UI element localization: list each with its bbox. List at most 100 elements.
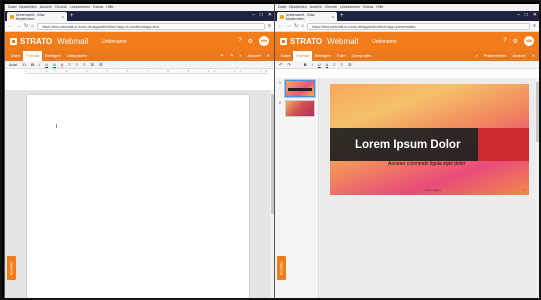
align-center-button[interactable]: ≡: [341, 62, 343, 67]
back-icon[interactable]: ←: [278, 23, 283, 29]
new-tab-button[interactable]: +: [70, 12, 74, 21]
menu-view[interactable]: Ansicht: [40, 4, 52, 11]
underline-button[interactable]: U: [318, 62, 321, 67]
document-title[interactable]: Unbenannt: [372, 39, 396, 45]
align-left-button[interactable]: ≡: [68, 62, 70, 67]
url-field[interactable]: https://test-webmail.ui.ionos.de/appsuit…: [307, 22, 531, 30]
present-button[interactable]: Präsentieren: [484, 51, 507, 61]
slide-subtitle[interactable]: Aenean commodo ligula eget dolor: [388, 161, 465, 167]
close-window-button[interactable]: ✕: [268, 11, 272, 20]
minimize-button[interactable]: –: [517, 11, 520, 20]
menu-tools[interactable]: Extras: [363, 4, 373, 11]
tab-file[interactable]: Datei: [278, 51, 293, 61]
menu-icon[interactable]: ≡: [268, 23, 271, 29]
number-list-button[interactable]: ☰: [99, 62, 103, 67]
bold-button[interactable]: B: [31, 62, 34, 67]
menu-view[interactable]: Ansicht: [310, 4, 322, 11]
close-document-icon[interactable]: ✕: [532, 51, 535, 61]
document-page[interactable]: [26, 94, 250, 298]
document-title[interactable]: Unbenannt: [102, 39, 126, 45]
font-size-select[interactable]: 11: [22, 62, 26, 67]
menu-help[interactable]: Hilfe: [376, 4, 383, 11]
bullet-list-button[interactable]: ☰: [90, 62, 94, 67]
bullet-list-button[interactable]: ☰: [348, 62, 352, 67]
help-icon[interactable]: ?: [503, 38, 506, 44]
font-color-button[interactable]: A: [325, 62, 329, 68]
url-field[interactable]: https://test-webmail.ui.ionos.de/appsuit…: [37, 22, 266, 30]
undo-button[interactable]: ↶: [279, 62, 282, 67]
font-color-button[interactable]: A: [53, 62, 56, 68]
slide-thumbnail-1[interactable]: [284, 79, 316, 98]
back-icon[interactable]: ←: [8, 23, 13, 29]
italic-button[interactable]: I: [39, 62, 40, 67]
tab-format[interactable]: Format: [23, 51, 43, 61]
desktop-frame: Datei Bearbeiten Ansicht Chronik Lesezei…: [0, 0, 541, 300]
menu-file[interactable]: Datei: [8, 4, 16, 11]
align-center-button[interactable]: ≡: [76, 62, 78, 67]
close-tab-icon[interactable]: ×: [332, 14, 334, 19]
maximize-button[interactable]: □: [525, 11, 528, 20]
undo-icon[interactable]: ↶: [221, 51, 224, 61]
menu-bookmarks[interactable]: Lesezeichen: [340, 4, 360, 11]
tab-insert[interactable]: Einfügen: [42, 51, 64, 61]
reload-icon[interactable]: ↻: [294, 23, 298, 29]
align-left-button[interactable]: ≡: [333, 62, 335, 67]
menu-bookmarks[interactable]: Lesezeichen: [70, 4, 90, 11]
view-menu[interactable]: Ansicht: [513, 51, 526, 61]
new-tab-button[interactable]: +: [340, 12, 344, 21]
minimize-button[interactable]: –: [252, 11, 255, 20]
view-menu[interactable]: Ansicht: [248, 51, 261, 61]
font-family-select[interactable]: Arial: [9, 62, 17, 67]
browser-tab[interactable]: Unbenannt - Mac Modernism ×: [277, 12, 337, 21]
search-icon[interactable]: ⌕: [239, 51, 241, 61]
menu-edit[interactable]: Bearbeiten: [289, 4, 306, 11]
help-icon[interactable]: ?: [238, 38, 241, 44]
slide-canvas[interactable]: Lorem Ipsum Dolor Aenean commodo ligula …: [330, 84, 529, 195]
logo[interactable]: STRATO Webmail: [10, 37, 88, 46]
align-right-button[interactable]: ≡: [83, 62, 85, 67]
brand-name: STRATO: [290, 37, 323, 46]
close-document-icon[interactable]: ✕: [267, 51, 270, 61]
tab-review[interactable]: Überprüfen: [348, 51, 374, 61]
reload-icon[interactable]: ↻: [24, 23, 28, 29]
home-icon[interactable]: ⌂: [301, 23, 304, 29]
tab-file[interactable]: Datei: [8, 51, 23, 61]
vertical-scrollbar[interactable]: [535, 78, 539, 298]
close-window-button[interactable]: ✕: [533, 11, 537, 20]
underline-button[interactable]: U: [45, 62, 48, 67]
highlight-button[interactable]: A: [60, 62, 64, 68]
tab-insert[interactable]: Einfügen: [312, 51, 334, 61]
menu-file[interactable]: Datei: [278, 4, 286, 11]
tab-format[interactable]: Format: [293, 51, 313, 61]
scrollbar-thumb[interactable]: [536, 82, 539, 142]
home-icon[interactable]: ⌂: [31, 23, 34, 29]
slide-title[interactable]: Lorem Ipsum Dolor: [355, 139, 460, 151]
forward-icon[interactable]: →: [286, 23, 291, 29]
menu-tools[interactable]: Extras: [93, 4, 103, 11]
browser-tab[interactable]: Unbenannt - Mac Modernism ×: [7, 12, 67, 21]
forward-icon[interactable]: →: [16, 23, 21, 29]
menu-icon[interactable]: ≡: [533, 23, 536, 29]
side-panel-tab[interactable]: Kontakte: [7, 256, 16, 280]
gear-icon[interactable]: ⚙: [513, 38, 518, 45]
gear-icon[interactable]: ⚙: [248, 38, 253, 45]
side-panel-tab[interactable]: Kontakte: [277, 256, 286, 280]
slide-thumbnail-2[interactable]: [285, 100, 315, 117]
bold-button[interactable]: B: [304, 62, 307, 67]
avatar[interactable]: MM: [259, 36, 269, 46]
ruler: 1 · 2 · 3 · 4 · 5 · 6 · 7 · 8 · 9 · 10 ·…: [25, 69, 268, 74]
search-icon[interactable]: ⌕: [476, 51, 478, 61]
menu-history[interactable]: Chronik: [55, 4, 67, 11]
avatar[interactable]: MM: [524, 36, 534, 46]
tab-slide[interactable]: Folie: [334, 51, 349, 61]
redo-icon[interactable]: ↷: [230, 51, 233, 61]
maximize-button[interactable]: □: [260, 11, 263, 20]
menu-history[interactable]: Chronik: [325, 4, 337, 11]
menu-help[interactable]: Hilfe: [106, 4, 113, 11]
logo[interactable]: STRATO Webmail: [280, 37, 358, 46]
redo-button[interactable]: ↷: [287, 62, 290, 67]
close-tab-icon[interactable]: ×: [62, 14, 64, 19]
italic-button[interactable]: I: [312, 62, 313, 67]
tab-review[interactable]: Überprüfen: [64, 51, 90, 61]
menu-edit[interactable]: Bearbeiten: [19, 4, 36, 11]
